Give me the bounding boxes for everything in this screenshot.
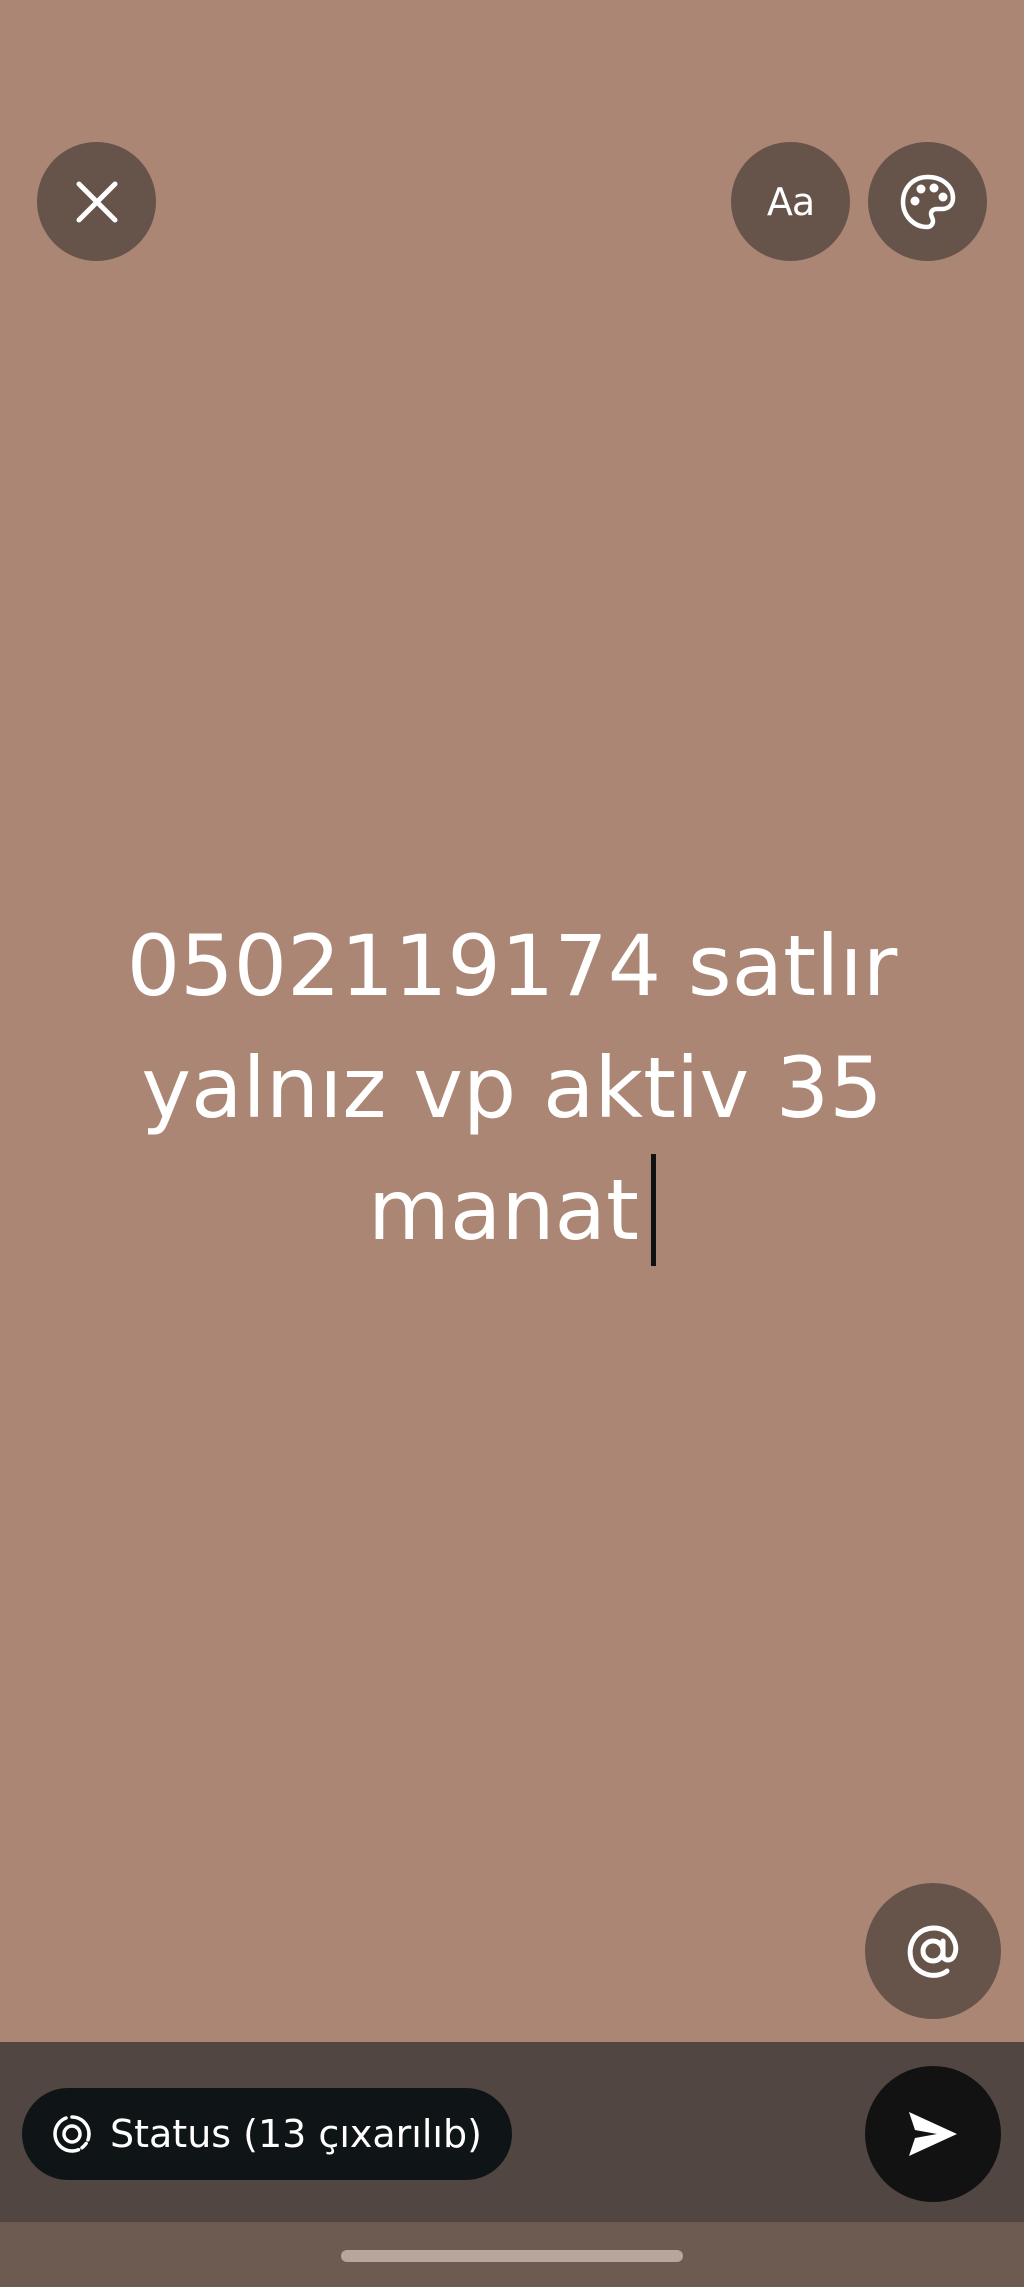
font-style-button[interactable]: Aa — [731, 142, 850, 261]
send-icon — [909, 2112, 957, 2156]
home-indicator[interactable] — [341, 2250, 683, 2262]
text-line: yalnız vp aktiv 35 — [141, 1039, 883, 1137]
palette-icon — [900, 174, 955, 229]
at-sign-icon — [907, 1925, 959, 1978]
text-line-last: manat — [60, 1149, 964, 1272]
color-palette-button[interactable] — [868, 142, 987, 261]
text-cursor — [650, 1154, 656, 1267]
font-style-label: Aa — [766, 179, 815, 224]
close-button[interactable] — [37, 142, 156, 261]
text-line: manat — [368, 1161, 639, 1259]
send-button[interactable] — [865, 2066, 1001, 2202]
status-audience-button[interactable]: Status (13 çıxarılıb) — [22, 2088, 512, 2180]
status-text-input[interactable]: 0502119174 satlır yalnız vp aktiv 35 man… — [60, 905, 964, 1272]
mention-button[interactable] — [865, 1883, 1001, 2019]
status-text-composer: Aa 0502119174 satlır yalnız vp aktiv 35 … — [0, 0, 1024, 2287]
text-line: 0502119174 satlır — [126, 917, 898, 1015]
status-ring-icon — [52, 2114, 92, 2154]
status-audience-label: Status (13 çıxarılıb) — [110, 2112, 482, 2156]
close-icon — [76, 181, 117, 222]
